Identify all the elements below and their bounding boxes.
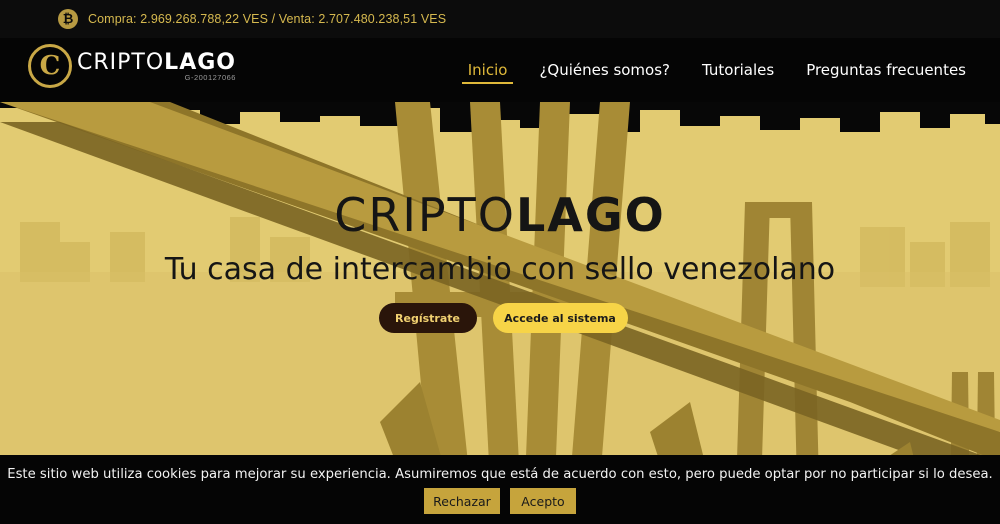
logo-badge-icon: C xyxy=(28,44,72,88)
nav-item-inicio[interactable]: Inicio xyxy=(452,38,524,102)
hero-title: CRIPTOLAGO xyxy=(0,188,1000,242)
accept-cookies-button[interactable]: Acepto xyxy=(510,488,576,514)
logo-name: CRIPTOLAGO xyxy=(77,49,236,75)
hero-buttons: Regístrate Accede al sistema xyxy=(0,303,1000,333)
price-ticker: ₿ Compra: 2.969.268.788,22 VES / Venta: … xyxy=(0,0,1000,38)
access-system-button[interactable]: Accede al sistema xyxy=(492,303,628,333)
cookie-actions: Rechazar Acepto xyxy=(0,488,1000,514)
hero-title-light: CRIPTO xyxy=(334,188,516,242)
logo-name-light: CRIPTO xyxy=(77,49,165,75)
reject-cookies-button[interactable]: Rechazar xyxy=(424,488,500,514)
main-nav: Inicio ¿Quiénes somos? Tutoriales Pregun… xyxy=(452,38,982,102)
logo-rif: G-200127066 xyxy=(184,72,236,82)
logo-wordmark: CRIPTOLAGO G-200127066 xyxy=(77,49,236,82)
bitcoin-icon: ₿ xyxy=(58,9,78,29)
nav-item-quienes-somos[interactable]: ¿Quiénes somos? xyxy=(523,38,686,102)
ticker-prices: Compra: 2.969.268.788,22 VES / Venta: 2.… xyxy=(88,12,447,26)
nav-item-tutoriales[interactable]: Tutoriales xyxy=(686,38,790,102)
site-logo[interactable]: C CRIPTOLAGO G-200127066 xyxy=(28,44,236,88)
hero-subtitle: Tu casa de intercambio con sello venezol… xyxy=(164,252,836,287)
hero-title-bold: LAGO xyxy=(515,188,666,242)
cookie-banner: Este sitio web utiliza cookies para mejo… xyxy=(0,455,1000,524)
register-button[interactable]: Regístrate xyxy=(378,303,477,333)
nav-item-preguntas-frecuentes[interactable]: Preguntas frecuentes xyxy=(790,38,982,102)
logo-name-bold: LAGO xyxy=(164,49,236,75)
site-header: C CRIPTOLAGO G-200127066 Inicio ¿Quiénes… xyxy=(0,38,1000,102)
cookie-message: Este sitio web utiliza cookies para mejo… xyxy=(7,467,993,482)
